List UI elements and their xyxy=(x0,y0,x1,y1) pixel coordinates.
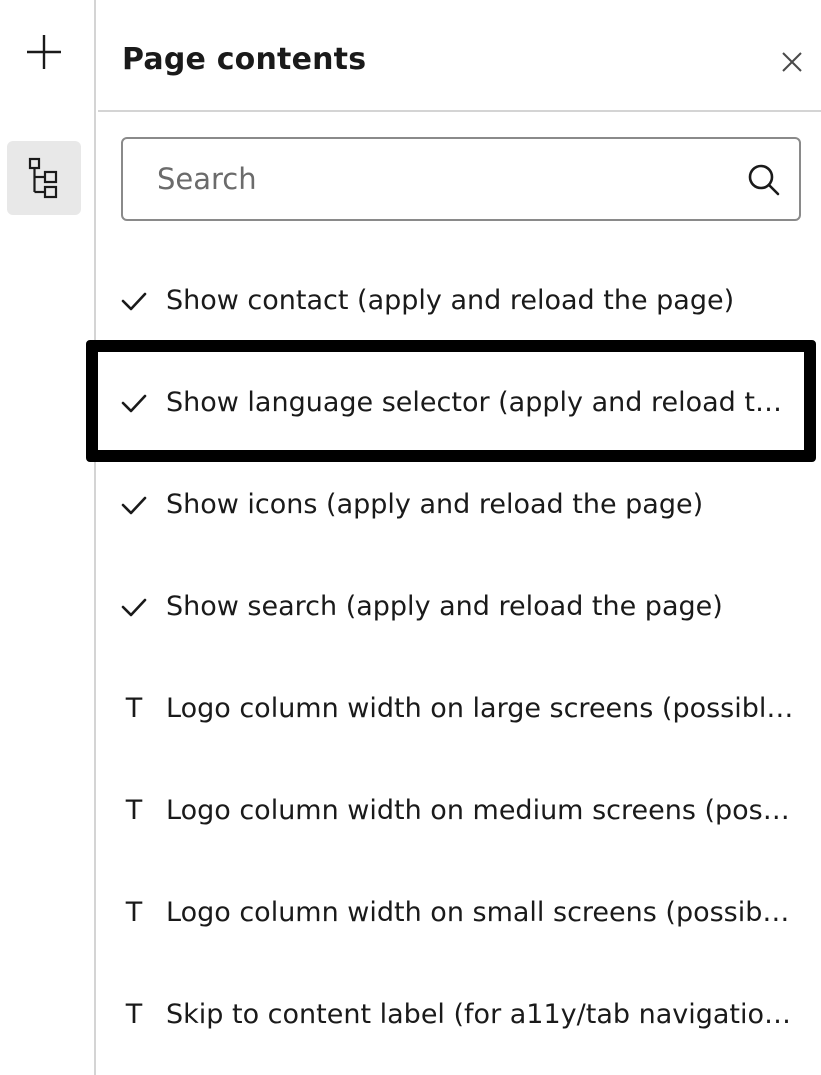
text-icon: T xyxy=(120,797,148,825)
add-button[interactable] xyxy=(7,15,81,89)
text-field-list-item[interactable]: T Logo column width on small screens (pos… xyxy=(98,862,821,964)
panel-header: Page contents xyxy=(98,0,821,112)
checkbox-list-item[interactable]: Show language selector (apply and reload… xyxy=(86,340,821,462)
text-type-glyph: T xyxy=(125,795,143,826)
plus-icon xyxy=(27,35,61,69)
checkbox-list-item[interactable]: Show contact (apply and reload the page) xyxy=(98,250,821,352)
page-contents-toggle-button[interactable] xyxy=(7,141,81,215)
search-field xyxy=(121,137,801,221)
list-item-label: Logo column width on large screens (poss… xyxy=(166,693,794,724)
text-field-list-item[interactable]: T Logo column width on medium screens (po… xyxy=(98,760,821,862)
text-type-glyph: T xyxy=(125,999,143,1030)
contents-list: Show contact (apply and reload the page)… xyxy=(86,250,821,1066)
close-icon xyxy=(782,52,802,72)
tree-structure-icon xyxy=(28,157,58,199)
check-icon xyxy=(120,287,148,315)
check-icon xyxy=(120,389,148,417)
check-icon xyxy=(120,491,148,519)
list-item-label: Show language selector (apply and reload… xyxy=(166,387,794,418)
left-rail xyxy=(0,0,96,1075)
list-item-label: Show search (apply and reload the page) xyxy=(166,591,723,622)
checkbox-list-item[interactable]: Show search (apply and reload the page) xyxy=(98,556,821,658)
search-input[interactable] xyxy=(157,157,717,201)
check-icon xyxy=(120,593,148,621)
text-icon: T xyxy=(120,899,148,927)
checkbox-list-item[interactable]: Show icons (apply and reload the page) xyxy=(98,454,821,556)
list-item-label: Skip to content label (for a11y/tab navi… xyxy=(166,999,794,1030)
text-icon: T xyxy=(120,695,148,723)
page-contents-panel: Page contents Show contact (apply and re… xyxy=(86,0,821,1075)
text-type-glyph: T xyxy=(125,693,143,724)
text-field-list-item[interactable]: T Logo column width on large screens (pos… xyxy=(98,658,821,760)
text-icon: T xyxy=(120,1001,148,1029)
list-item-label: Logo column width on small screens (poss… xyxy=(166,897,794,928)
list-item-label: Logo column width on medium screens (pos… xyxy=(166,795,794,826)
close-button[interactable] xyxy=(776,46,808,78)
search-icon[interactable] xyxy=(747,163,781,197)
text-field-list-item[interactable]: T Skip to content label (for a11y/tab nav… xyxy=(98,964,821,1066)
list-item-label: Show icons (apply and reload the page) xyxy=(166,489,704,520)
text-type-glyph: T xyxy=(125,897,143,928)
panel-title: Page contents xyxy=(122,42,367,77)
list-item-label: Show contact (apply and reload the page) xyxy=(166,285,735,316)
